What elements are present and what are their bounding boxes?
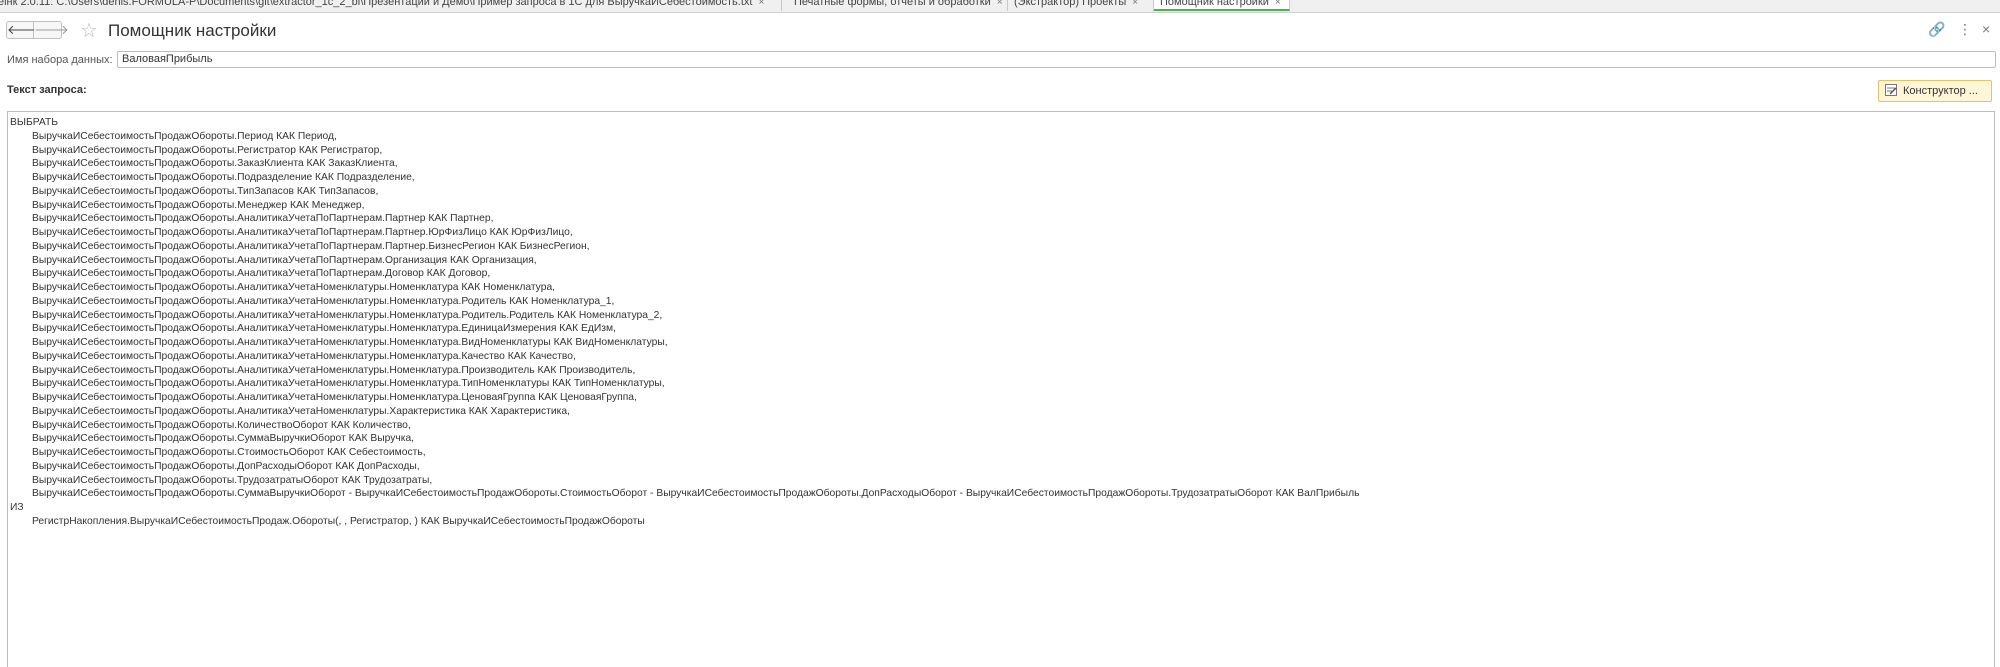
form-header: 🡐 🡒 ☆ Помощник настройки 🔗 ⋮ × bbox=[0, 12, 2000, 50]
query-line: ВыручкаИСебестоимостьПродажОбороты.Анали… bbox=[32, 227, 573, 238]
query-line: ВыручкаИСебестоимостьПродажОбороты.Анали… bbox=[32, 254, 537, 266]
query-line: ВыручкаИСебестоимостьПродажОбороты.Перио… bbox=[32, 130, 337, 142]
page-title: Помощник настройки bbox=[108, 21, 277, 40]
query-line: ВЫБРАТЬ bbox=[10, 117, 59, 128]
query-line: ВыручкаИСебестоимостьПродажОбороты.Анали… bbox=[32, 309, 663, 321]
query-line: ВыручкаИСебестоимостьПродажОбороты.Анали… bbox=[32, 282, 556, 293]
query-line: ВыручкаИСебестоимостьПродажОбороты.Заказ… bbox=[32, 158, 398, 170]
constructor-button-label: Конструктор ... bbox=[1903, 85, 1978, 97]
forward-button[interactable]: 🡒 bbox=[34, 21, 69, 39]
query-line: ВыручкаИСебестоимостьПродажОбороты.Сумма… bbox=[32, 433, 415, 445]
query-line: ВыручкаИСебестоимостьПродажОбороты.ТипЗа… bbox=[32, 185, 379, 197]
favorite-star-icon[interactable]: ☆ bbox=[80, 18, 98, 43]
tab-label: Помощник настройки bbox=[1160, 0, 1269, 8]
query-line: ВыручкаИСебестоимостьПродажОбороты.Анали… bbox=[32, 364, 636, 376]
tab-label: Печатные формы, отчеты и обработки bbox=[794, 0, 991, 8]
query-line: РегистрНакопления.ВыручкаИСебестоимостьП… bbox=[32, 515, 645, 527]
query-line: ИЗ bbox=[10, 502, 24, 513]
arrow-right-icon: 🡒 bbox=[34, 22, 69, 37]
constructor-button[interactable]: Конструктор ... bbox=[1878, 80, 1992, 102]
query-line: ВыручкаИСебестоимостьПродажОбороты.Анали… bbox=[32, 240, 590, 252]
close-icon[interactable]: × bbox=[1132, 0, 1138, 8]
back-button[interactable]: 🡐 bbox=[6, 21, 42, 39]
query-line: ВыручкаИСебестоимостьПродажОбороты.Анали… bbox=[32, 295, 615, 307]
tab-print-forms[interactable]: Печатные формы, отчеты и обработки × bbox=[788, 0, 1008, 11]
query-line: ВыручкаИСебестоимостьПродажОбороты.ДопРа… bbox=[32, 460, 420, 472]
tab-label: elнк 2.0.11: C:\Users\denis.FORMULA-P\Do… bbox=[0, 0, 753, 8]
tab-query-file[interactable]: elнк 2.0.11: C:\Users\denis.FORMULA-P\Do… bbox=[0, 0, 782, 11]
query-line: ВыручкаИСебестоимостьПродажОбороты.Анали… bbox=[32, 378, 665, 390]
close-icon[interactable]: × bbox=[1275, 0, 1281, 8]
query-text-label: Текст запроса: bbox=[7, 84, 87, 96]
query-line: ВыручкаИСебестоимостьПродажОбороты.Анали… bbox=[32, 268, 491, 280]
query-line: ВыручкаИСебестоимостьПродажОбороты.Регис… bbox=[32, 144, 383, 156]
tab-label: (Экстрактор) Проекты bbox=[1014, 0, 1127, 8]
query-line: ВыручкаИСебестоимостьПродажОбороты.Стоим… bbox=[32, 447, 426, 458]
link-icon[interactable]: 🔗 bbox=[1928, 21, 1945, 38]
close-icon[interactable]: × bbox=[758, 0, 764, 8]
query-line: ВыручкаИСебестоимостьПродажОбороты.Сумма… bbox=[32, 488, 1360, 500]
query-line: ВыручкаИСебестоимостьПродажОбороты.Анали… bbox=[32, 350, 576, 362]
query-line: ВыручкаИСебестоимостьПродажОбороты.Трудо… bbox=[32, 474, 433, 486]
query-line: ВыручкаИСебестоимостьПродажОбороты.Анали… bbox=[32, 213, 494, 225]
more-menu-icon[interactable]: ⋮ bbox=[1958, 21, 1972, 38]
dataset-name-label: Имя набора данных: bbox=[7, 54, 113, 66]
dataset-name-field[interactable]: ВаловаяПрибыль bbox=[117, 51, 1996, 68]
close-icon[interactable]: × bbox=[997, 0, 1003, 8]
query-line: ВыручкаИСебестоимостьПродажОбороты.Анали… bbox=[32, 337, 668, 348]
query-line: ВыручкаИСебестоимостьПродажОбороты.Анали… bbox=[32, 405, 570, 417]
query-text-editor[interactable]: ВЫБРАТЬ ВыручкаИСебестоимостьПродажОборот… bbox=[7, 111, 1995, 667]
query-line: ВыручкаИСебестоимостьПродажОбороты.Подра… bbox=[32, 172, 415, 183]
tab-extractor-projects[interactable]: (Экстрактор) Проекты × bbox=[1008, 0, 1154, 11]
query-line: ВыручкаИСебестоимостьПродажОбороты.Менед… bbox=[32, 199, 365, 211]
query-line: ВыручкаИСебестоимостьПродажОбороты.Анали… bbox=[32, 323, 616, 335]
query-line: ВыручкаИСебестоимостьПродажОбороты.Колич… bbox=[32, 419, 411, 431]
tab-setup-assistant[interactable]: Помощник настройки × bbox=[1154, 0, 1290, 11]
query-line: ВыручкаИСебестоимостьПродажОбороты.Анали… bbox=[32, 392, 637, 403]
close-icon[interactable]: × bbox=[1982, 21, 1990, 37]
query-builder-icon bbox=[1885, 83, 1897, 96]
